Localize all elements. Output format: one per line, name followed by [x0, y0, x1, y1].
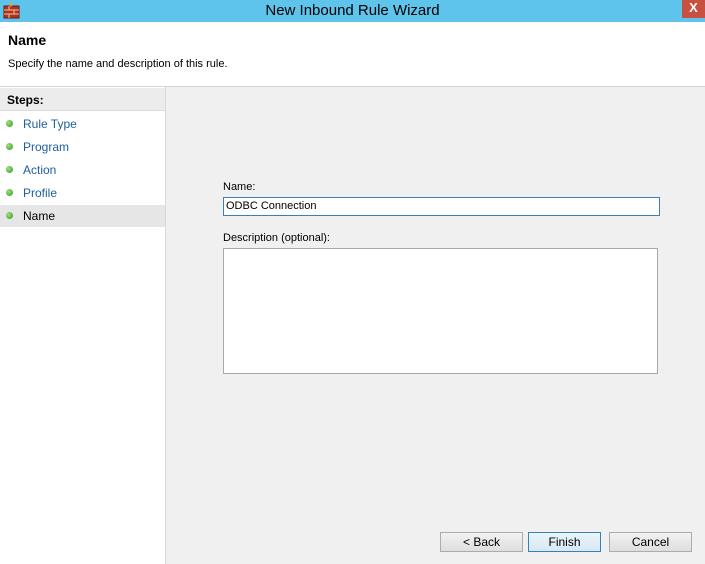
step-status-icon — [6, 143, 13, 150]
close-button[interactable]: X — [682, 0, 705, 18]
page-subtitle: Specify the name and description of this… — [8, 58, 228, 70]
step-status-icon — [6, 212, 13, 219]
steps-panel: Steps: Rule Type Program Action Profile … — [0, 87, 166, 564]
step-name[interactable]: Name — [0, 205, 165, 227]
name-label: Name: — [223, 181, 256, 193]
step-profile[interactable]: Profile — [0, 182, 165, 204]
back-button[interactable]: < Back — [440, 532, 523, 552]
name-input[interactable] — [223, 197, 660, 216]
step-label: Name — [23, 209, 56, 223]
close-icon: X — [689, 0, 698, 15]
step-status-icon — [6, 166, 13, 173]
window-title: New Inbound Rule Wizard — [265, 2, 440, 19]
step-status-icon — [6, 189, 13, 196]
description-label: Description (optional): — [223, 232, 330, 244]
step-label: Profile — [23, 186, 58, 200]
step-label: Rule Type — [23, 117, 77, 131]
finish-button[interactable]: Finish — [528, 532, 601, 552]
step-rule-type[interactable]: Rule Type — [0, 113, 165, 135]
step-program[interactable]: Program — [0, 136, 165, 158]
step-label: Program — [23, 140, 70, 154]
step-status-icon — [6, 120, 13, 127]
step-label: Action — [23, 163, 57, 177]
steps-heading: Steps: — [0, 88, 165, 111]
step-action[interactable]: Action — [0, 159, 165, 181]
cancel-button[interactable]: Cancel — [609, 532, 692, 552]
wizard-header: Name Specify the name and description of… — [0, 22, 705, 87]
description-input[interactable] — [223, 248, 658, 374]
title-bar: New Inbound Rule Wizard X — [0, 0, 705, 22]
steps-heading-label: Steps: — [7, 93, 44, 107]
page-title: Name — [8, 32, 47, 48]
